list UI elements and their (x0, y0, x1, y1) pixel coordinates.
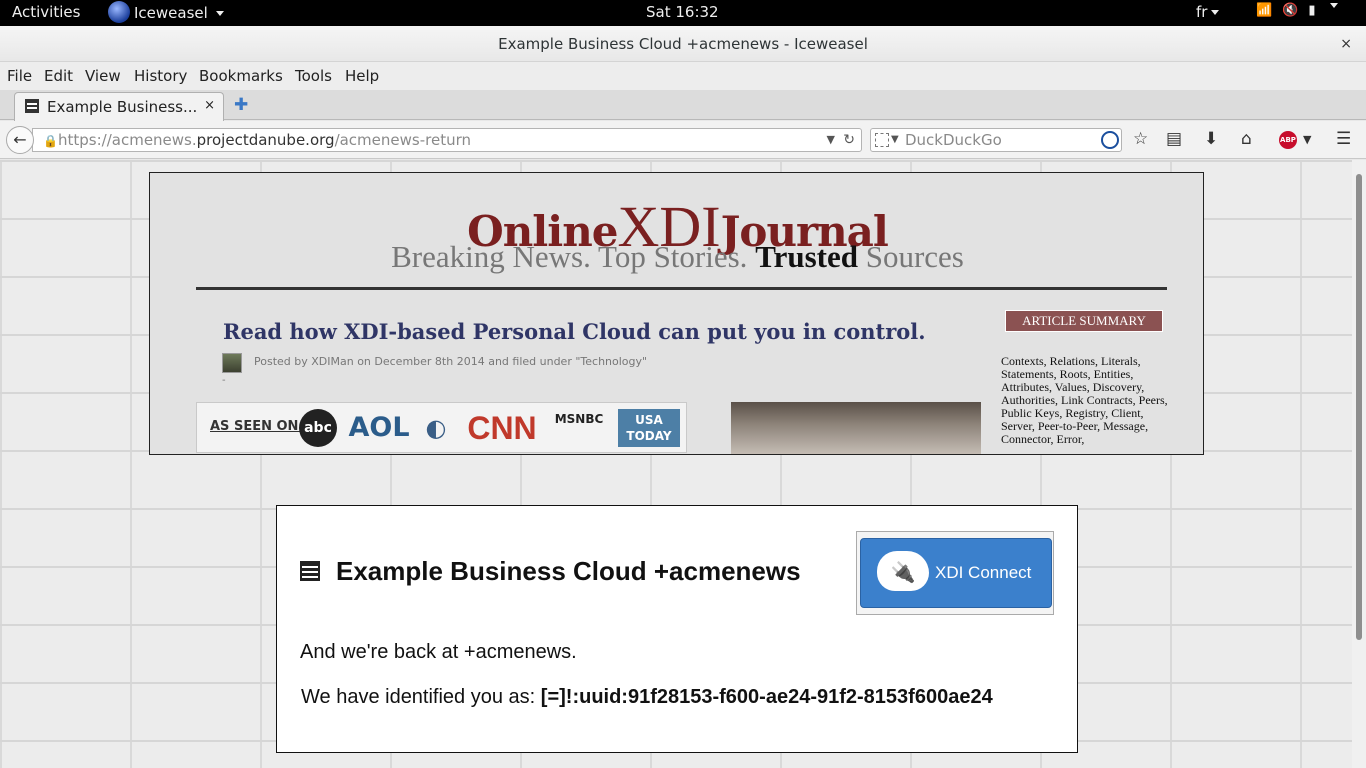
url-dropdown-icon[interactable]: ▼ (827, 129, 835, 151)
chevron-down-icon (215, 10, 224, 16)
xdi-connect-label: XDI Connect (935, 563, 1032, 582)
journal-embed: OnlineXDIJournal Breaking News. Top Stor… (149, 172, 1204, 455)
tab-bar: Example Business... × ✚ (0, 90, 1366, 121)
window-close-button[interactable]: × (1340, 26, 1352, 62)
abc-logo: abc (299, 409, 337, 447)
back-button[interactable]: ← (6, 126, 34, 154)
menu-help[interactable]: Help (345, 67, 379, 85)
tagline-bold: Trusted (755, 239, 858, 274)
magnifier-icon[interactable] (1101, 131, 1119, 149)
url-bar[interactable]: 🔒 https://acmenews.projectdanube.org/acm… (32, 128, 862, 152)
reading-list-icon[interactable]: ▤ (1166, 129, 1182, 149)
battery-icon: ▮ (1308, 3, 1316, 18)
search-engine-icon[interactable] (875, 133, 889, 147)
system-top-bar: Activities Iceweasel Sat 16:32 fr 📶 🔇 ▮ (0, 0, 1366, 26)
url-path: /acmenews-return (334, 131, 471, 149)
scrollbar[interactable] (1352, 160, 1366, 768)
tab-close-button[interactable]: × (204, 98, 215, 113)
hamburger-icon[interactable]: ☰ (1336, 129, 1351, 149)
menu-bookmarks[interactable]: Bookmarks (199, 67, 283, 85)
as-seen-on-banner: AS SEEN ON: abc AOL ◐ CNN MSNBC USA TODA… (196, 402, 687, 453)
page-content: OnlineXDIJournal Breaking News. Top Stor… (0, 160, 1366, 768)
page-list-icon (25, 99, 39, 113)
article-photo (731, 402, 981, 454)
msnbc-logo: MSNBC (554, 412, 604, 426)
home-icon[interactable]: ⌂ (1241, 129, 1252, 149)
search-placeholder: DuckDuckGo (905, 131, 1002, 149)
activities-button[interactable]: Activities (12, 3, 80, 21)
byline-separator: - (222, 375, 226, 386)
star-icon[interactable]: ☆ (1133, 129, 1148, 149)
chevron-down-icon (1329, 3, 1338, 8)
reload-icon[interactable]: ↻ (843, 129, 855, 151)
arrow-left-icon: ← (13, 130, 27, 149)
tagline-start: Breaking News. Top Stories. (391, 239, 748, 274)
volume-muted-icon: 🔇 (1282, 3, 1299, 18)
article-headline[interactable]: Read how XDI-based Personal Cloud can pu… (223, 319, 926, 344)
menu-file[interactable]: File (7, 67, 32, 85)
url-prefix: https://acmenews. (58, 131, 197, 149)
navigation-bar: 🔒 https://acmenews.projectdanube.org/acm… (0, 121, 1366, 159)
card-title: Example Business Cloud +acmenews (336, 556, 801, 586)
menu-view[interactable]: View (85, 67, 121, 85)
cloud-plug-icon: 🔌 (877, 551, 929, 591)
menu-history[interactable]: History (134, 67, 187, 85)
lock-icon: 🔒 (43, 134, 58, 148)
scrollbar-thumb[interactable] (1356, 174, 1362, 640)
chevron-down-icon (1211, 10, 1220, 15)
download-arrow-icon[interactable]: ⬇ (1204, 129, 1218, 149)
author-avatar (222, 353, 242, 373)
list-icon (300, 561, 320, 581)
chevron-down-icon[interactable]: ▼ (891, 129, 899, 151)
tab-label: Example Business... (47, 98, 198, 116)
identity-value: [=]!:uuid:91f28153-f600-ae24-91f2-8153f6… (540, 686, 993, 708)
article-byline: Posted by XDIMan on December 8th 2014 an… (254, 355, 648, 368)
url-text: https://acmenews.projectdanube.org/acmen… (58, 129, 471, 151)
app-menu-label: Iceweasel (134, 4, 208, 22)
status-tray[interactable]: 📶 🔇 ▮ (1256, 3, 1338, 18)
xdi-connect-button-face[interactable]: 🔌 XDI Connect (860, 538, 1052, 608)
window-title: Example Business Cloud +acmenews - Icewe… (498, 35, 868, 53)
new-tab-button[interactable]: ✚ (234, 95, 248, 115)
article-summary-header: ARTICLE SUMMARY (1005, 310, 1163, 332)
identity-line: We have identified you as: [=]!:uuid:91f… (301, 686, 993, 709)
clock[interactable]: Sat 16:32 (646, 3, 719, 21)
as-seen-on-label: AS SEEN ON: (210, 419, 304, 434)
back-message: And we're back at +acmenews. (300, 641, 577, 663)
usa-today-logo: USA TODAY (618, 409, 680, 447)
wifi-icon: 📶 (1256, 3, 1273, 18)
business-cloud-card: Example Business Cloud +acmenews 🔌 XDI C… (276, 505, 1078, 753)
iceweasel-globe-icon (108, 1, 130, 23)
menu-tools[interactable]: Tools (295, 67, 332, 85)
identity-prefix: We have identified you as: (301, 686, 541, 708)
menu-edit[interactable]: Edit (44, 67, 73, 85)
tagline-end: Sources (865, 239, 964, 274)
window-title-bar: Example Business Cloud +acmenews - Icewe… (0, 26, 1366, 62)
app-menu[interactable]: Iceweasel (108, 1, 224, 23)
cbs-eye-icon: ◐ (425, 414, 447, 442)
url-domain: projectdanube.org (196, 131, 335, 149)
search-bar[interactable]: ▼ DuckDuckGo (870, 128, 1122, 152)
cnn-logo: CNN (467, 410, 537, 446)
menu-bar: File Edit View History Bookmarks Tools H… (0, 62, 1366, 90)
language-selector[interactable]: fr (1196, 3, 1220, 21)
xdi-connect-button[interactable]: 🔌 XDI Connect (856, 531, 1054, 615)
divider (196, 287, 1167, 290)
tagline: Breaking News. Top Stories. Trusted Sour… (150, 239, 1203, 275)
tab-example-business[interactable]: Example Business... × (14, 92, 224, 121)
language-label: fr (1196, 3, 1208, 21)
aol-logo: AOL (348, 412, 410, 443)
article-summary-text: Contexts, Relations, Literals, Statement… (1001, 354, 1168, 446)
chevron-down-icon[interactable]: ▼ (1303, 133, 1311, 146)
adblock-plus-icon[interactable]: ABP (1279, 131, 1297, 149)
